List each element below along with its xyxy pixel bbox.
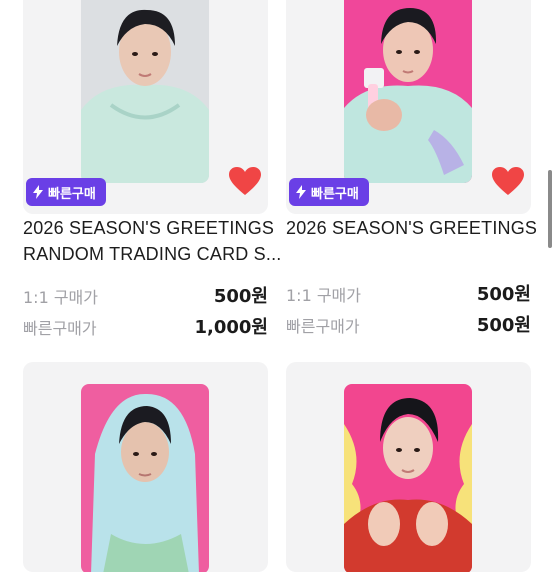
product-image-area-4[interactable] [286,362,531,572]
quick-buy-badge: 빠른구매 [26,178,106,206]
product-image-area-1[interactable]: 빠른구매 [23,0,268,214]
product-title-line-1[interactable]: 2026 SEASON'S GREETINGS [286,213,537,243]
product-photo-1 [81,0,209,183]
lightning-icon [33,185,43,199]
price-quick-value: 500원 [476,315,531,336]
quick-buy-badge: 빠른구매 [289,178,369,206]
price-quick-value: 1,000원 [194,317,269,338]
price-quick-label: 빠른구매가 [286,317,360,336]
price-1to1-value: 500원 [213,286,268,307]
product-image-area-2[interactable]: 빠른구매 [286,0,531,214]
scrollbar[interactable] [548,170,552,248]
product-title-line-2[interactable]: RANDOM TRADING CARD S... [23,239,282,269]
product-image-area-3[interactable] [23,362,268,572]
heart-icon[interactable] [228,166,262,196]
heart-icon[interactable] [491,166,525,196]
price-1to1-label: 1:1 구매가 [23,288,98,307]
price-1to1-value: 500원 [476,284,531,305]
badge-label: 빠른구매 [311,186,359,202]
product-photo-4 [344,384,472,572]
price-1to1-label: 1:1 구매가 [286,286,361,305]
lightning-icon [296,185,306,199]
product-photo-2 [344,0,472,183]
price-quick-label: 빠른구매가 [23,319,97,338]
badge-label: 빠른구매 [48,186,96,202]
product-photo-3 [81,384,209,572]
